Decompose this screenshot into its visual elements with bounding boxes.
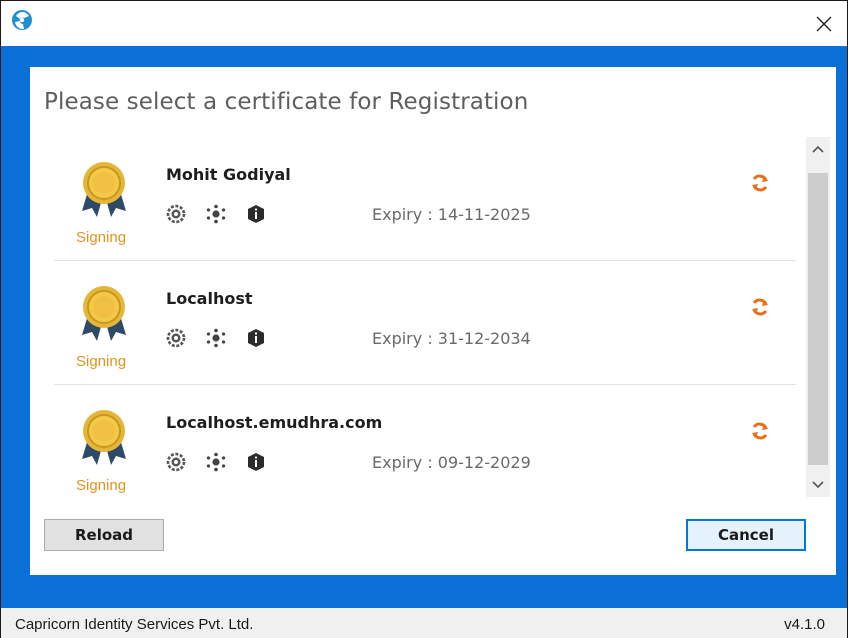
certificate-row[interactable]: Signing Localhost.emudhra.com Expiry: 0… [30,385,806,509]
certificate-name: Localhost.emudhra.com [166,413,383,432]
refresh-icon[interactable] [750,173,770,193]
award-medal-icon [82,162,126,217]
info-shield-icon [248,329,264,347]
certificate-icons [166,451,286,473]
expiry-date: Expiry : 14-11-2025 [372,205,531,224]
info-shield-icon [248,205,264,223]
certificate-name: Mohit Godiyal [166,165,291,184]
network-nodes-icon [206,452,226,472]
vertical-scrollbar[interactable] [806,137,830,497]
certificate-row[interactable]: Signing Localhost Expiry: 31-12-2034 [30,261,806,385]
settings-gear-icon [166,328,186,348]
certificate-window: Please select a certificate for Registra… [0,0,848,638]
expiry-date: Expiry : 31-12-2034 [372,329,531,348]
close-icon [816,16,832,31]
expiry-date: Expiry : 09-12-2029 [372,453,531,472]
settings-gear-icon [166,204,186,224]
version-label: v4.1.0 [784,616,825,633]
certificate-dialog: Please select a certificate for Registra… [30,67,836,575]
scroll-thumb[interactable] [808,173,828,465]
refresh-icon[interactable] [750,421,770,441]
signing-label: Signing [76,229,127,246]
status-bar: Capricorn Identity Services Pvt. Ltd. v4… [1,608,847,638]
signing-label: Signing [76,353,127,370]
certificate-name: Localhost [166,289,253,308]
title-bar [1,1,847,46]
signing-label: Signing [76,477,127,494]
certificate-list: Signing Mohit Godiyal Expiry: 14-11-202… [30,137,806,509]
company-name: Capricorn Identity Services Pvt. Ltd. [15,616,254,633]
app-logo-icon [12,10,32,30]
scroll-up-button[interactable] [806,137,830,161]
network-nodes-icon [206,328,226,348]
close-button[interactable] [801,1,847,46]
chevron-down-icon [812,481,824,489]
network-nodes-icon [206,204,226,224]
chevron-up-icon [812,145,824,153]
cancel-button[interactable]: Cancel [686,519,806,551]
certificate-icons [166,203,286,225]
certificate-row[interactable]: Signing Mohit Godiyal Expiry: 14-11-202… [30,137,806,261]
refresh-icon[interactable] [750,297,770,317]
settings-gear-icon [166,452,186,472]
award-medal-icon [82,410,126,465]
certificate-icons [166,327,286,349]
reload-button[interactable]: Reload [44,519,164,551]
award-medal-icon [82,286,126,341]
scroll-down-button[interactable] [806,473,830,497]
dialog-heading: Please select a certificate for Registra… [44,89,529,115]
info-shield-icon [248,453,264,471]
